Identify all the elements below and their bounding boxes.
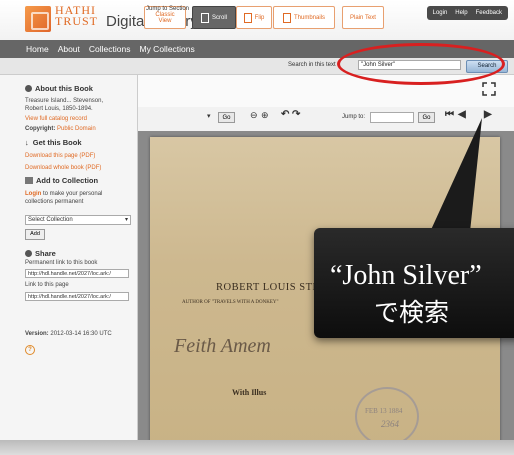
about-title: About this Book [35,84,93,93]
add-title: Add to Collection [36,176,99,185]
jump-to-go-button[interactable]: Go [418,112,435,123]
jump-section-go-button[interactable]: Go [218,112,235,123]
browser-frame: HATHI TRUST Digital Library Login Help F… [0,0,514,455]
callout-line1: “John Silver” [330,260,482,291]
thumbnails-view-button[interactable]: Thumbnails [273,6,335,29]
copyright-label: Copyright: [25,126,56,132]
collection-icon [25,177,33,184]
info-icon [25,85,32,92]
share-title: Share [35,249,56,258]
share-heading: Share [25,249,56,258]
version: Version: 2012-03-14 16:30 UTC [25,330,112,338]
previous-page-icon[interactable]: ◀ [458,109,466,120]
logo-line2: TRUST [55,14,99,28]
download-icon: ↓ [25,138,29,147]
help-icon[interactable]: ? [25,345,35,355]
share-icon [25,250,32,257]
page-subtitle: AUTHOR OF "TRAVELS WITH A DONKEY" [182,300,279,305]
get-heading: ↓ Get this Book [25,138,82,147]
zoom-out-icon[interactable]: ⊖ [250,110,258,121]
stamp-date: FEB 13 1884 [365,407,403,415]
rotate-right-icon[interactable]: ↷ [292,109,300,120]
search-highlight-ring [337,43,505,85]
collection-select[interactable]: Select Collection ▾ [25,215,131,225]
add-heading: Add to Collection [25,176,98,185]
bottom-edge [0,440,514,455]
fullscreen-icon[interactable] [482,82,496,96]
search-label: Search in this text [288,62,336,68]
first-page-icon[interactable]: ⏮ [445,109,454,120]
book-info-line1: Treasure Island... Stevenson, [25,98,104,104]
sidebar-login-link[interactable]: Login [25,191,41,197]
get-title: Get this Book [32,138,82,147]
login-note: Login to make your personal [25,190,102,198]
page-handwriting: Feith Amem [174,335,271,357]
classic-view-label: Classic View [155,11,175,24]
chevron-down-icon[interactable]: ▾ [207,112,211,120]
jump-to-label: Jump to: [342,114,366,120]
collection-select-value: Select Collection [28,217,73,223]
about-heading: About this Book [25,84,93,93]
thumbnails-label: Thumbnails [293,14,325,21]
book-info-line2: Robert Louis, 1850-1894. [25,106,93,112]
feedback-link[interactable]: Feedback [476,10,502,16]
top-links: Login Help Feedback [426,6,508,20]
callout-line2: で検索 [374,300,450,327]
copyright-value[interactable]: Public Domain [57,126,96,132]
chevron-down-icon: ▾ [124,217,128,223]
library-stamp: FEB 13 1884 2364 [355,387,419,446]
nav-about[interactable]: About [58,44,80,54]
page-link-label: Link to this page [25,282,69,288]
download-page-link[interactable]: Download this page (PDF) [25,152,95,160]
zoom-in-icon[interactable]: ⊕ [261,110,269,121]
download-book-link[interactable]: Download whole book (PDF) [25,164,101,172]
flip-view-button[interactable]: Flip [236,6,272,29]
hathitrust-logo-icon[interactable] [25,6,51,32]
flip-label: Flip [254,14,265,21]
nav-home[interactable]: Home [26,44,49,54]
next-page-icon[interactable]: ▶ [484,109,492,120]
login-text: to make your personal [41,191,103,197]
page-link-field[interactable]: http://hdl.handle.net/2027/loc.ark:/ [25,292,129,301]
login-link[interactable]: Login [433,10,448,16]
logo-text: HATHI TRUST [55,4,99,28]
permanent-link-field[interactable]: http://hdl.handle.net/2027/loc.ark:/ [25,269,129,278]
catalog-link[interactable]: View full catalog record [25,115,87,123]
scroll-icon [200,12,209,23]
flip-icon [243,12,252,23]
plain-text-button[interactable]: Plain Text [342,6,384,29]
nav-my-collections[interactable]: My Collections [139,44,194,54]
copyright: Copyright: Public Domain [25,125,96,133]
thumbnails-icon [282,12,291,23]
version-value: 2012-03-14 16:30 UTC [50,331,112,337]
jump-section-label: Jump to Section [146,6,190,12]
version-label: Version: [25,331,49,337]
help-link[interactable]: Help [455,10,467,16]
scroll-label: Scroll [211,14,227,21]
add-button[interactable]: Add [25,229,45,240]
stamp-number: 2364 [381,419,399,429]
nav-collections[interactable]: Collections [89,44,131,54]
scroll-view-button[interactable]: Scroll [192,6,236,29]
rotate-left-icon[interactable]: ↶ [281,109,289,120]
login-note2: collections permanent [25,199,84,205]
page-illustrations: With Illus [232,388,267,397]
jump-to-input[interactable] [370,112,414,123]
permanent-label: Permanent link to this book [25,260,98,266]
